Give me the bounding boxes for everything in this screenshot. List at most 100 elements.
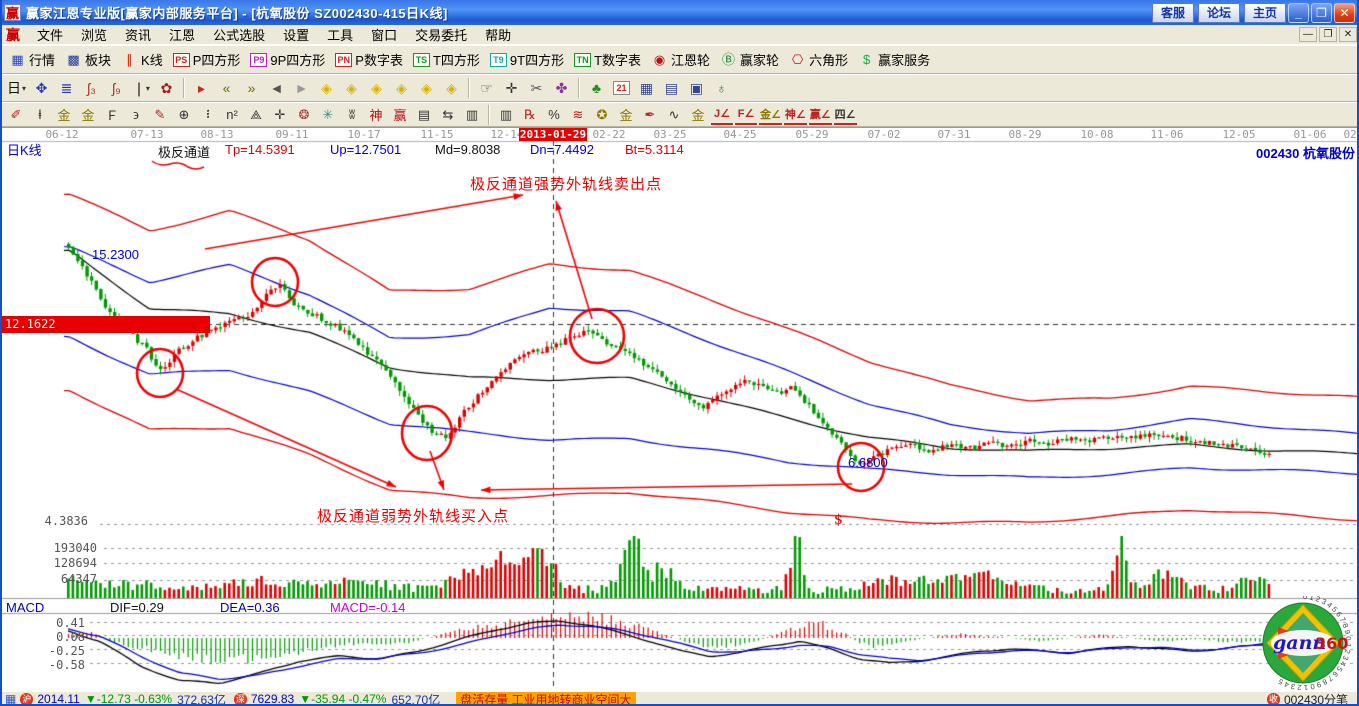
- next-bar-button[interactable]: ►: [290, 77, 313, 99]
- winner-service-button[interactable]: $赢家服务: [858, 50, 930, 69]
- panel-grid-tool[interactable]: ▥: [461, 105, 483, 125]
- zoom-v-button[interactable]: ◈: [415, 77, 438, 99]
- kline9-button[interactable]: ʃ₉: [105, 77, 128, 99]
- home-button[interactable]: 主页: [1244, 3, 1286, 23]
- candle-style-button[interactable]: ❘▾: [130, 77, 153, 99]
- menu-window[interactable]: 窗口: [362, 27, 406, 44]
- gold-fan-tool[interactable]: 金∠: [759, 105, 782, 125]
- target-tool[interactable]: ✛: [269, 105, 291, 125]
- forum-button[interactable]: 论坛: [1198, 3, 1240, 23]
- kline-chart-canvas[interactable]: [0, 128, 1359, 692]
- kline3-button[interactable]: ʃ₃: [80, 77, 103, 99]
- sectors-button[interactable]: ▩板块: [65, 50, 111, 69]
- menu-file[interactable]: 文件: [28, 27, 72, 44]
- spiral-tool[interactable]: ϶: [125, 105, 147, 125]
- menu-trade[interactable]: 交易委托: [406, 27, 476, 44]
- first-bar-button[interactable]: «: [215, 77, 238, 99]
- shen-fan-tool[interactable]: 神∠: [784, 105, 807, 125]
- app-logo-icon: 赢: [4, 4, 21, 21]
- crosshair-tool-button[interactable]: ✛: [500, 77, 523, 99]
- f-angle-tool[interactable]: F∠: [735, 105, 757, 125]
- menu-formula-pick[interactable]: 公式选股: [204, 27, 274, 44]
- gold-comb-tool[interactable]: 金: [53, 105, 75, 125]
- brush-tool[interactable]: ✒: [639, 105, 661, 125]
- fibonacci-tool[interactable]: Ｆ: [101, 105, 123, 125]
- hand-tool-button[interactable]: ☞: [475, 77, 498, 99]
- ying-tool[interactable]: 赢: [389, 105, 411, 125]
- date-tick: 05-29: [778, 128, 846, 141]
- j-angle-tool[interactable]: J∠: [711, 105, 733, 125]
- child-close-button[interactable]: ✕: [1339, 27, 1357, 42]
- last-bar-button[interactable]: »: [240, 77, 263, 99]
- t-square-button[interactable]: TST四方形: [413, 50, 480, 69]
- kline-button[interactable]: ∥K线: [121, 50, 163, 69]
- price-grid-tool[interactable]: ▤: [413, 105, 435, 125]
- percent-tool[interactable]: %: [543, 105, 565, 125]
- wave-tool[interactable]: ʬ: [341, 105, 363, 125]
- starburst-tool[interactable]: ❂: [293, 105, 315, 125]
- t9-square-button[interactable]: T99T四方形: [490, 50, 564, 69]
- mirror-tool[interactable]: ⟁: [245, 105, 267, 125]
- percent-retrace-tool[interactable]: ℞: [519, 105, 541, 125]
- gann-wheel-button[interactable]: ◉江恩轮: [651, 50, 710, 69]
- gold-angle-tool[interactable]: 金: [687, 105, 709, 125]
- square9-tool[interactable]: n²: [221, 105, 243, 125]
- compress-button[interactable]: ✥: [30, 77, 53, 99]
- p-square-button[interactable]: PSP四方形: [173, 50, 241, 69]
- restore-button[interactable]: ❐: [1311, 3, 1332, 23]
- wave2-tool[interactable]: ∿: [663, 105, 685, 125]
- macd-indicator-label[interactable]: MACD: [6, 600, 44, 615]
- service-button[interactable]: 客服: [1152, 3, 1194, 23]
- gann-circle-tool[interactable]: ⊕: [173, 105, 195, 125]
- comb-tool[interactable]: ⱡ: [29, 105, 51, 125]
- zoom-h-button[interactable]: ◈: [365, 77, 388, 99]
- notes-button[interactable]: ▤: [660, 77, 683, 99]
- knife-tool[interactable]: ✐: [5, 105, 27, 125]
- zoom-left-button[interactable]: ◈: [315, 77, 338, 99]
- menu-gann[interactable]: 江恩: [160, 27, 204, 44]
- percent-lines-tool[interactable]: ≋: [567, 105, 589, 125]
- child-minimize-button[interactable]: —: [1299, 27, 1317, 42]
- flag-button[interactable]: ▸: [190, 77, 213, 99]
- save-button[interactable]: ▣: [685, 77, 708, 99]
- cut-tool-button[interactable]: ✂: [525, 77, 548, 99]
- chart-period-button[interactable]: 日▾: [5, 77, 28, 99]
- menu-help[interactable]: 帮助: [476, 27, 520, 44]
- marker-tool[interactable]: ✎: [149, 105, 171, 125]
- p-table-button[interactable]: PNP数字表: [335, 50, 403, 69]
- gold-lines-tool[interactable]: 金: [615, 105, 637, 125]
- density-tool[interactable]: ᎒: [197, 105, 219, 125]
- ying-fan-tool[interactable]: 赢∠: [809, 105, 832, 125]
- zoom-all-button[interactable]: ◈: [440, 77, 463, 99]
- winner-wheel-button[interactable]: Ⓑ赢家轮: [720, 50, 779, 69]
- pattern-button[interactable]: ✿: [155, 77, 178, 99]
- gold-circle-tool[interactable]: ✪: [591, 105, 613, 125]
- child-restore-button[interactable]: ❐: [1319, 27, 1337, 42]
- minimize-button[interactable]: _: [1288, 3, 1309, 23]
- menu-tools[interactable]: 工具: [318, 27, 362, 44]
- menu-settings[interactable]: 设置: [274, 27, 318, 44]
- hexagon-button[interactable]: ⎔六角形: [789, 50, 848, 69]
- gold-comb2-tool[interactable]: 金: [77, 105, 99, 125]
- calendar-button[interactable]: 21: [610, 77, 633, 99]
- t-table-button[interactable]: TNT数字表: [574, 50, 641, 69]
- radial-tool[interactable]: ✳: [317, 105, 339, 125]
- zoom-right-button[interactable]: ◈: [340, 77, 363, 99]
- calculator-button[interactable]: ▦: [635, 77, 658, 99]
- indicator-name-label[interactable]: 极反通道: [158, 142, 210, 161]
- p9-square-button[interactable]: P99P四方形: [250, 50, 325, 69]
- web-button[interactable]: ♁: [710, 77, 733, 99]
- quotes-button[interactable]: ▦行情: [9, 50, 55, 69]
- four-fan-tool[interactable]: 四∠: [834, 105, 857, 125]
- stats-tool[interactable]: ▥: [495, 105, 517, 125]
- menu-news[interactable]: 资讯: [116, 27, 160, 44]
- info-list-button[interactable]: ≣: [55, 77, 78, 99]
- shen-tool[interactable]: 神: [365, 105, 387, 125]
- span-tool[interactable]: ⇆: [437, 105, 459, 125]
- knot-tool-button[interactable]: ♣: [585, 77, 608, 99]
- cluster-tool-button[interactable]: ✤: [550, 77, 573, 99]
- close-button[interactable]: ✕: [1334, 3, 1355, 23]
- prev-bar-button[interactable]: ◄: [265, 77, 288, 99]
- menu-browse[interactable]: 浏览: [72, 27, 116, 44]
- zoom-in-button[interactable]: ◈: [390, 77, 413, 99]
